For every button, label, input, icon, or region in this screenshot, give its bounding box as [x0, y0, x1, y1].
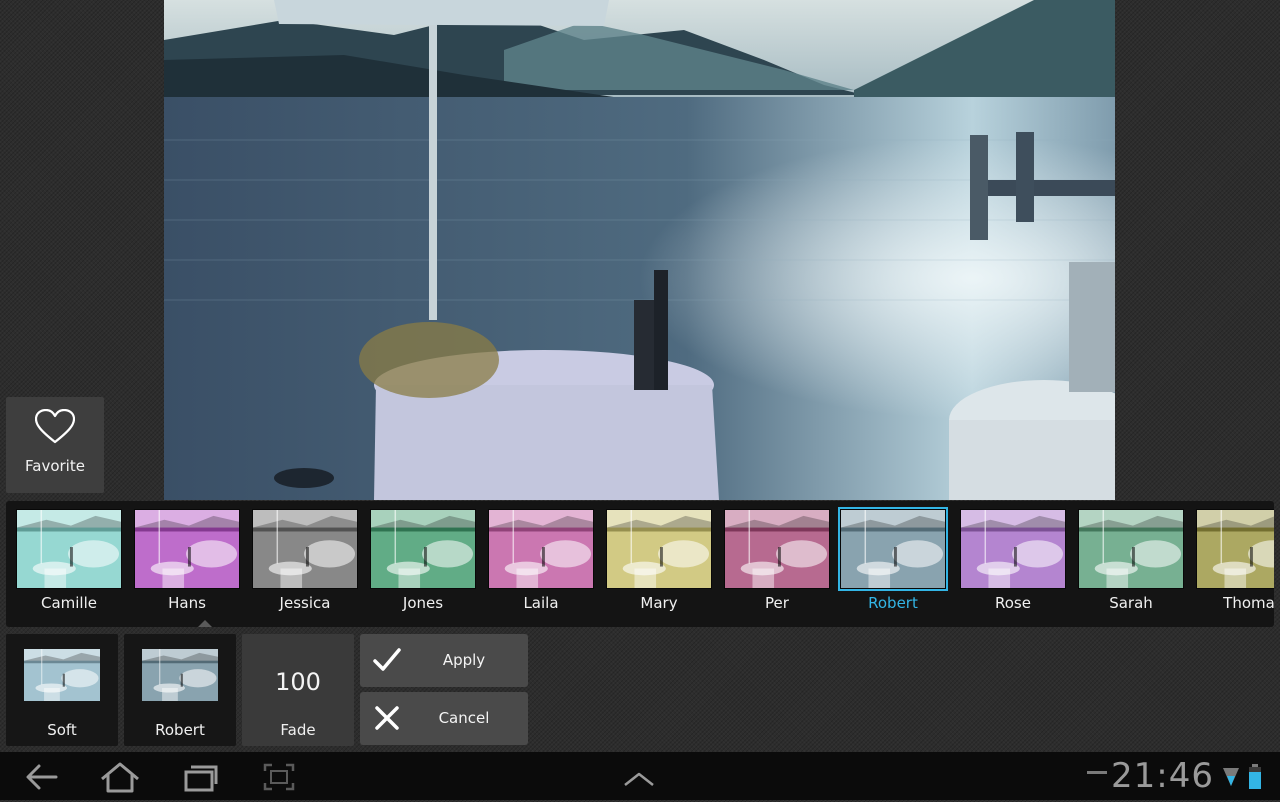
favorite-button[interactable]: Favorite: [6, 397, 104, 493]
photo-preview: [164, 0, 1115, 500]
filter-thumbnail: [960, 509, 1066, 589]
fade-label: Fade: [280, 721, 316, 739]
apply-button[interactable]: Apply: [360, 634, 528, 687]
checkmark-icon: [373, 648, 401, 671]
cancel-button[interactable]: Cancel: [360, 692, 528, 745]
filter-camille[interactable]: Camille: [14, 507, 124, 627]
back-arrow-icon: [26, 764, 58, 790]
status-clock[interactable]: 21:46: [1111, 756, 1214, 796]
filter-mary[interactable]: Mary: [604, 507, 714, 627]
heart-outline-icon: [35, 409, 75, 444]
filter-per[interactable]: Per: [722, 507, 832, 627]
home-button[interactable]: [98, 760, 142, 794]
battery-status: [1248, 764, 1262, 798]
filter-jones[interactable]: Jones: [368, 507, 478, 627]
filter-thoma[interactable]: Thoma: [1194, 507, 1274, 627]
filter-thumbnail: [252, 509, 358, 589]
robert-thumbnail: [142, 649, 218, 701]
back-button[interactable]: [24, 760, 60, 794]
filter-rose[interactable]: Rose: [958, 507, 1068, 627]
system-navigation-bar: 21:46: [0, 752, 1280, 800]
menu-button[interactable]: [622, 760, 656, 794]
home-icon: [101, 762, 139, 793]
filter-label: Sarah: [1109, 594, 1153, 612]
filter-label: Per: [765, 594, 789, 612]
wifi-icon: [1223, 768, 1239, 786]
filter-thumbnail: [134, 509, 240, 589]
filter-label: Robert: [868, 594, 918, 612]
filter-thumbnail: [488, 509, 594, 589]
fade-control[interactable]: 100 Fade: [242, 634, 354, 746]
wifi-status: [1222, 764, 1240, 798]
screenshot-icon: [263, 763, 295, 791]
robert-label: Robert: [155, 721, 205, 739]
robert-option[interactable]: Robert: [124, 634, 236, 746]
filter-label: Jones: [402, 594, 444, 612]
filter-label: Hans: [168, 594, 206, 612]
filter-hans[interactable]: Hans: [132, 507, 242, 627]
filter-label: Camille: [40, 594, 97, 612]
soft-label: Soft: [47, 721, 77, 739]
filter-sarah[interactable]: Sarah: [1076, 507, 1186, 627]
filter-label: Jessica: [279, 594, 331, 612]
filter-strip[interactable]: Camille Hans Jessica Jones Laila Mary Pe…: [6, 501, 1274, 627]
minus-icon: [1087, 771, 1107, 774]
soft-option[interactable]: Soft: [6, 634, 118, 746]
filter-label: Mary: [640, 594, 678, 612]
soft-thumbnail: [24, 649, 100, 701]
filter-thumbnail: [606, 509, 712, 589]
filter-thumbnail: [1078, 509, 1184, 589]
selection-frame: [838, 507, 948, 591]
filter-thumbnail: [370, 509, 476, 589]
filter-thumbnail: [16, 509, 122, 589]
filter-label: Rose: [995, 594, 1031, 612]
battery-icon: [1249, 764, 1261, 789]
favorite-label: Favorite: [25, 457, 85, 475]
close-icon: [375, 706, 399, 730]
notification-dash: [1086, 768, 1108, 802]
screenshot-button[interactable]: [262, 760, 296, 794]
filter-robert[interactable]: Robert: [838, 507, 948, 627]
apply-label: Apply: [442, 651, 486, 669]
filter-thumbnail: [1196, 509, 1274, 589]
filter-label: Thoma: [1223, 594, 1274, 612]
chevron-up-icon: [624, 772, 654, 786]
selection-pointer: [198, 620, 212, 627]
cancel-label: Cancel: [438, 709, 490, 727]
filter-label: Laila: [523, 594, 559, 612]
fade-value: 100: [275, 668, 321, 696]
filter-laila[interactable]: Laila: [486, 507, 596, 627]
recent-apps-button[interactable]: [182, 760, 220, 794]
filter-jessica[interactable]: Jessica: [250, 507, 360, 627]
recent-apps-icon: [184, 765, 218, 792]
filter-thumbnail: [724, 509, 830, 589]
